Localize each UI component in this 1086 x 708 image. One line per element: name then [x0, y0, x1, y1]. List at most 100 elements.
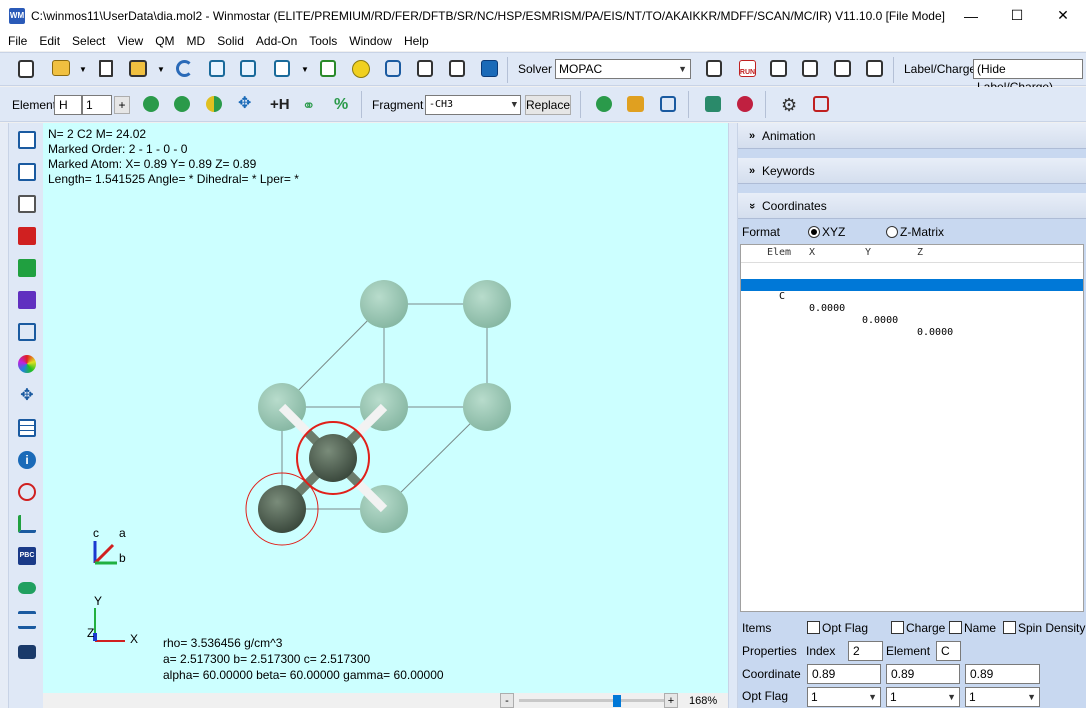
tree-icon[interactable]	[18, 131, 36, 149]
zoom-slider-thumb[interactable]	[612, 695, 621, 707]
table-row[interactable]: 1 C 0.0000 0.0000 0.0000	[741, 267, 1083, 338]
camera-icon[interactable]	[18, 645, 36, 659]
add-hydrogen-icon[interactable]: +H	[270, 96, 290, 116]
index-input[interactable]: 2	[848, 641, 883, 661]
film-icon[interactable]	[802, 60, 818, 77]
coordinates-section-header[interactable]: » Coordinates	[738, 193, 1086, 219]
menu-qm[interactable]: QM	[149, 34, 180, 48]
add-element-button[interactable]: +	[114, 96, 130, 114]
opt-flag-checkbox[interactable]	[807, 621, 820, 634]
menu-select[interactable]: Select	[66, 34, 111, 48]
format-zmatrix-radio[interactable]	[886, 226, 898, 238]
list-icon[interactable]	[18, 611, 36, 629]
menu-md[interactable]: MD	[181, 34, 212, 48]
coord-x-input[interactable]: 0.89	[807, 664, 881, 684]
new-file-icon[interactable]	[99, 60, 113, 77]
checkbox-window-icon[interactable]	[706, 60, 722, 77]
molecule-canvas[interactable]	[43, 123, 728, 693]
info-icon[interactable]: i	[18, 451, 36, 469]
coord-z-input[interactable]: 0.89	[965, 664, 1040, 684]
import-icon[interactable]	[274, 60, 290, 77]
optflag-y-select[interactable]: 1 ▼	[886, 687, 960, 707]
grid-view-icon[interactable]	[18, 195, 36, 213]
cube-icon[interactable]	[660, 96, 676, 112]
keywords-section-header[interactable]: » Keywords	[738, 158, 1086, 184]
zoom-slider-track[interactable]	[519, 699, 669, 702]
minimize-button[interactable]: —	[948, 0, 994, 31]
menu-view[interactable]: View	[111, 34, 149, 48]
element-count-select[interactable]: 1	[82, 95, 112, 115]
element-input[interactable]: H	[54, 95, 82, 115]
charge-checkbox[interactable]	[891, 621, 904, 634]
label-charge-select[interactable]: (Hide Label/Charge)	[973, 59, 1083, 94]
replace-button[interactable]: Replace	[525, 95, 571, 115]
molecule-edit-icon[interactable]	[596, 96, 612, 112]
dropdown-arrow-icon[interactable]: ▼	[301, 65, 309, 74]
refresh-icon[interactable]	[176, 60, 193, 77]
left-collapse-strip[interactable]	[0, 123, 9, 708]
pbc-icon[interactable]: PBC	[18, 547, 36, 565]
spin-density-checkbox[interactable]	[1003, 621, 1016, 634]
capsule-icon[interactable]	[18, 582, 36, 594]
remove-atom-icon[interactable]	[737, 96, 753, 112]
upload-icon[interactable]	[320, 60, 336, 77]
solver-select[interactable]: MOPAC ▼	[555, 59, 691, 79]
menu-help[interactable]: Help	[398, 34, 435, 48]
optflag-x-select[interactable]: 1 ▼	[807, 687, 881, 707]
rotate-icon[interactable]: ✥	[18, 387, 36, 405]
name-checkbox[interactable]	[949, 621, 962, 634]
save-as-icon[interactable]	[129, 60, 147, 77]
export-icon[interactable]	[240, 60, 256, 77]
check-icon[interactable]	[18, 259, 36, 277]
element-field-input[interactable]: C	[936, 641, 961, 661]
close-button[interactable]: ✕	[1040, 0, 1086, 31]
carbon-atom-2[interactable]	[309, 434, 357, 482]
add-atom-icon[interactable]	[143, 96, 159, 112]
dropdown-arrow-icon[interactable]: ▼	[157, 65, 165, 74]
lattice-atom[interactable]	[360, 280, 408, 328]
format-xyz-radio[interactable]	[808, 226, 820, 238]
table-icon[interactable]	[18, 419, 36, 437]
move-icon[interactable]: ✥	[238, 96, 258, 116]
delete-x-icon[interactable]	[18, 227, 36, 245]
open-file-icon[interactable]	[52, 60, 70, 76]
hexagon-icon[interactable]	[385, 60, 401, 77]
frame-icon[interactable]	[18, 163, 36, 181]
menu-solid[interactable]: Solid	[211, 34, 250, 48]
table-row-selected[interactable]: 2 C 0.8900 0.8900 0.8900	[741, 279, 1083, 350]
zoom-icon[interactable]	[18, 291, 36, 309]
optflag-z-select[interactable]: 1 ▼	[965, 687, 1040, 707]
import-result-icon[interactable]	[866, 60, 883, 77]
circle-icon[interactable]	[18, 483, 36, 501]
menu-add-on[interactable]: Add-On	[250, 34, 303, 48]
molecule-viewer[interactable]: N= 2 C2 M= 24.02 Marked Order: 2 - 1 - 0…	[43, 123, 728, 693]
fit-view-icon[interactable]	[18, 323, 36, 341]
panel-splitter[interactable]	[728, 123, 738, 708]
crystal-icon[interactable]	[705, 96, 721, 112]
menu-edit[interactable]: Edit	[33, 34, 66, 48]
color-wheel-icon[interactable]	[18, 355, 36, 373]
dropdown-arrow-icon[interactable]: ▼	[79, 65, 87, 74]
menu-window[interactable]: Window	[343, 34, 398, 48]
clean-icon[interactable]	[627, 96, 644, 112]
animation-section-header[interactable]: » Animation	[738, 123, 1086, 149]
run-icon[interactable]: RUN	[739, 60, 756, 77]
charge-icon[interactable]	[206, 96, 222, 112]
menu-file[interactable]: File	[0, 34, 33, 48]
lattice-atom[interactable]	[463, 280, 511, 328]
carbon-atom-1[interactable]	[258, 485, 306, 533]
maximize-button[interactable]: ☐	[994, 0, 1040, 31]
gear-icon[interactable]: ⚙	[781, 95, 801, 115]
axes-icon[interactable]	[18, 515, 36, 533]
zoom-in-button[interactable]: +	[664, 693, 678, 708]
coordinate-table[interactable]: Elem X Y Z 1 C 0.0000 0.0000 0.0000 2 C …	[740, 244, 1084, 612]
window-icon[interactable]	[481, 60, 498, 77]
fragment-select[interactable]: -CH3 ▼	[425, 95, 521, 115]
graph-icon[interactable]	[834, 60, 851, 77]
bond-icon[interactable]: ⚭	[302, 96, 322, 116]
save-icon[interactable]	[209, 60, 225, 77]
log-icon[interactable]	[770, 60, 787, 77]
settings-grid-icon[interactable]	[813, 96, 829, 112]
percent-icon[interactable]: %	[334, 96, 354, 116]
edit-document-icon[interactable]	[417, 60, 433, 77]
